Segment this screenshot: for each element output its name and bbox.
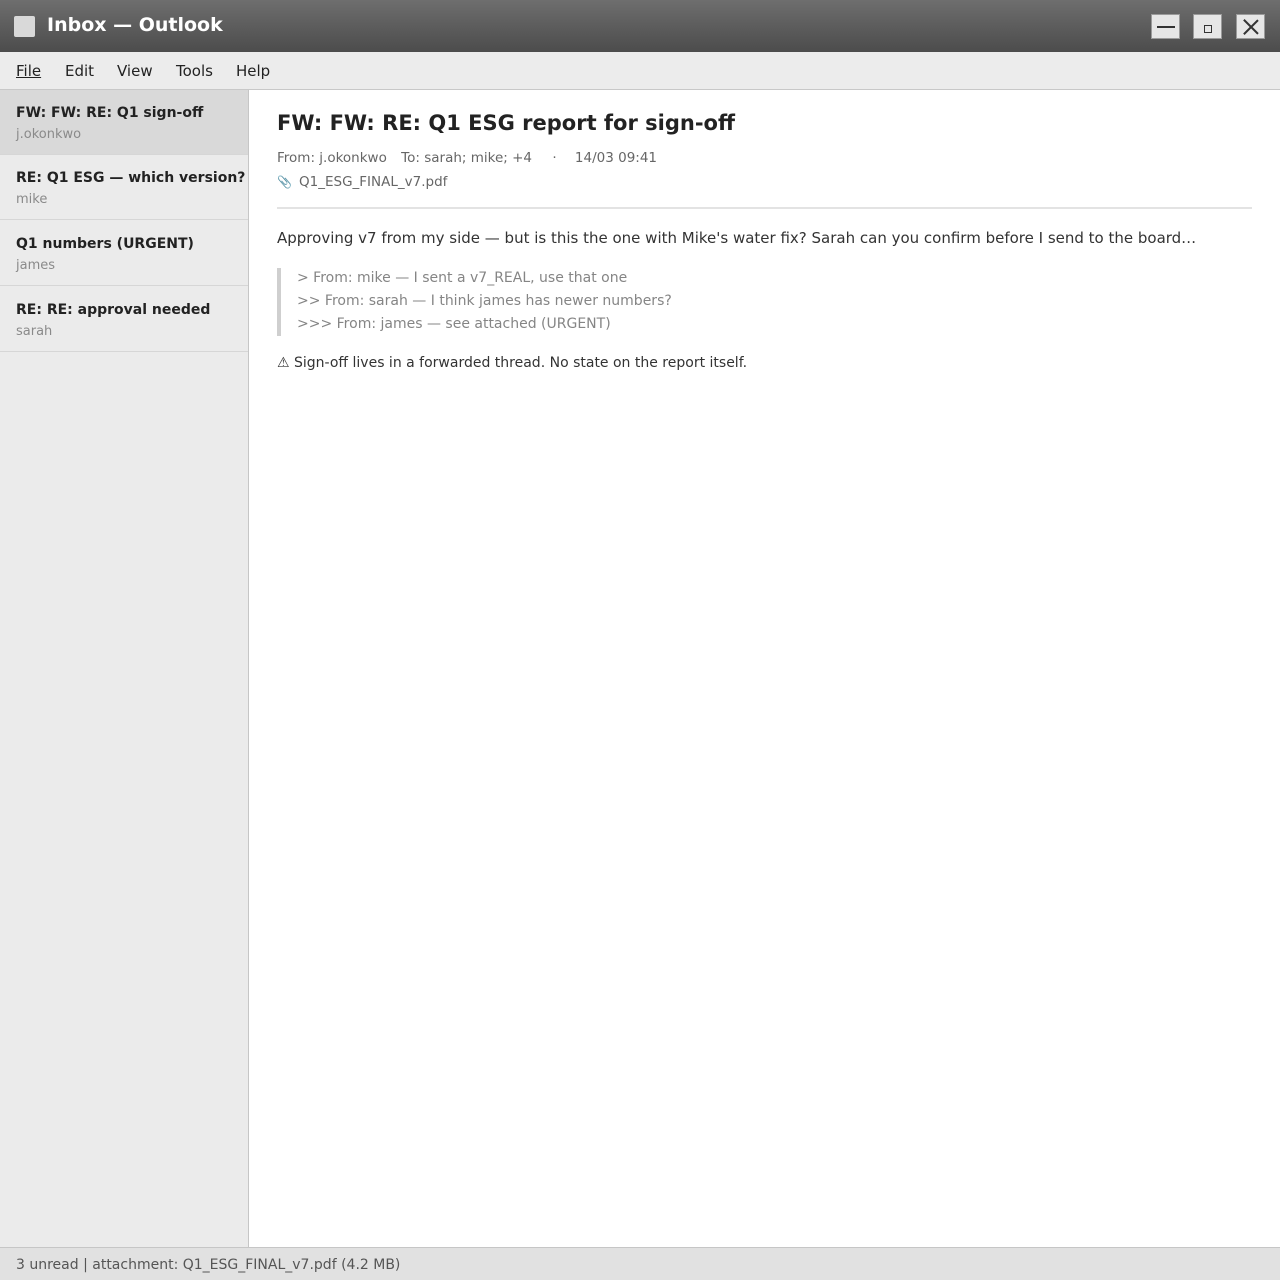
- outlook-window: Inbox — Outlook File Edit View Tools Hel…: [0, 0, 1280, 1280]
- attachment-name: Q1_ESG_FINAL_v7.pdf: [299, 174, 448, 190]
- mail-list: FW: FW: RE: Q1 sign-off j.okonkwo RE: Q1…: [0, 90, 249, 1247]
- mail-subject: FW: FW: RE: Q1 sign-off: [16, 105, 204, 121]
- close-button[interactable]: [1236, 14, 1265, 39]
- status-text: 3 unread | attachment: Q1_ESG_FINAL_v7.p…: [16, 1257, 401, 1273]
- mail-list-item[interactable]: RE: Q1 ESG — which version? mike: [0, 155, 248, 220]
- mail-subject: RE: Q1 ESG — which version?: [16, 170, 246, 186]
- warning-note: ⚠ Sign-off lives in a forwarded thread. …: [277, 355, 748, 371]
- app-icon: [14, 16, 35, 37]
- close-icon: [1243, 19, 1259, 35]
- paperclip-icon: 📎: [277, 175, 292, 189]
- menu-view[interactable]: View: [117, 62, 153, 80]
- maximize-button[interactable]: [1193, 14, 1222, 39]
- minimize-button[interactable]: [1151, 14, 1180, 39]
- mail-subject: RE: RE: approval needed: [16, 302, 211, 318]
- mail-list-item[interactable]: FW: FW: RE: Q1 sign-off j.okonkwo: [0, 90, 248, 155]
- menu-file[interactable]: File: [16, 62, 41, 80]
- message-subject: FW: FW: RE: Q1 ESG report for sign-off: [277, 111, 735, 135]
- message-meta: From: j.okonkwo To: sarah; mike; +4 · 14…: [277, 150, 667, 166]
- message-body: Approving v7 from my side — but is this …: [277, 229, 1197, 247]
- mail-sender: james: [16, 258, 56, 273]
- quoted-line: >> From: sarah — I think james has newer…: [297, 293, 672, 309]
- mail-list-item[interactable]: RE: RE: approval needed sarah: [0, 287, 248, 352]
- quoted-thread: > From: mike — I sent a v7_REAL, use tha…: [277, 268, 877, 336]
- menu-edit[interactable]: Edit: [65, 62, 94, 80]
- status-bar: 3 unread | attachment: Q1_ESG_FINAL_v7.p…: [0, 1247, 1280, 1280]
- quoted-line: > From: mike — I sent a v7_REAL, use tha…: [297, 270, 628, 286]
- meta-separator: ·: [552, 150, 557, 166]
- message-datetime: 14/03 09:41: [574, 150, 658, 166]
- mail-sender: j.okonkwo: [16, 127, 82, 142]
- mail-sender: mike: [16, 192, 48, 207]
- quoted-line: >>> From: james — see attached (URGENT): [297, 316, 611, 332]
- window-title: Inbox — Outlook: [47, 14, 223, 36]
- mail-sender: sarah: [16, 324, 53, 339]
- attachment-link[interactable]: 📎 Q1_ESG_FINAL_v7.pdf: [277, 174, 447, 190]
- menu-help[interactable]: Help: [236, 62, 270, 80]
- menu-bar: File Edit View Tools Help: [0, 52, 1280, 90]
- header-divider: [277, 207, 1252, 209]
- minimize-icon: [1156, 26, 1175, 28]
- menu-tools[interactable]: Tools: [176, 62, 213, 80]
- reading-pane: FW: FW: RE: Q1 ESG report for sign-off F…: [249, 90, 1280, 1247]
- message-to: To: sarah; mike; +4: [401, 150, 533, 166]
- mail-subject: Q1 numbers (URGENT): [16, 236, 194, 252]
- message-from: From: j.okonkwo: [277, 150, 387, 166]
- mail-list-item[interactable]: Q1 numbers (URGENT) james: [0, 221, 248, 286]
- title-bar: Inbox — Outlook: [0, 0, 1280, 52]
- maximize-icon: [1203, 25, 1212, 33]
